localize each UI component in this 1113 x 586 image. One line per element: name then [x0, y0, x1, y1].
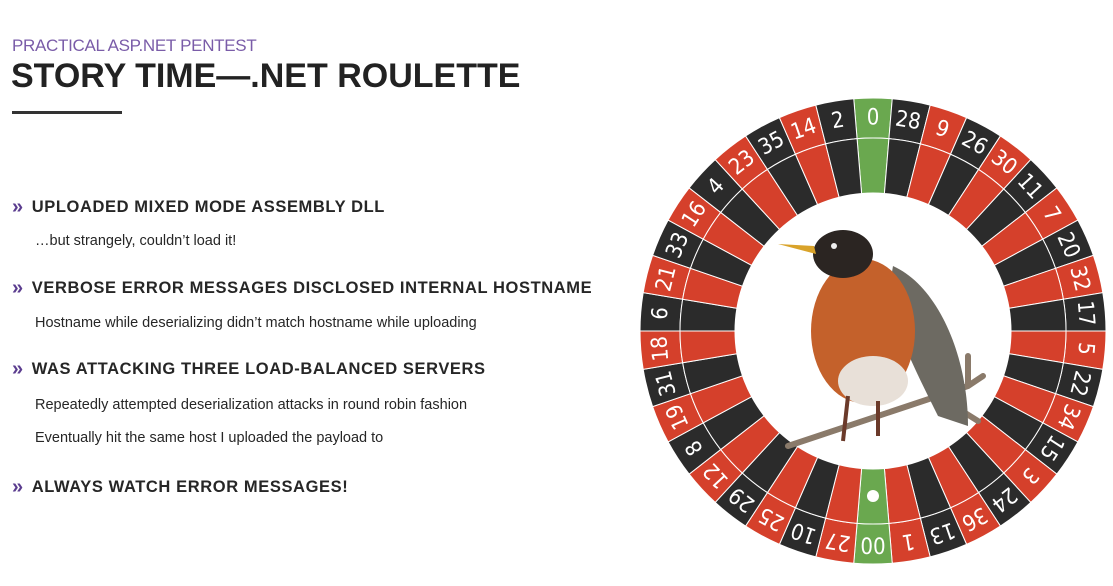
wheel-number: 0: [867, 106, 880, 131]
wheel-number: 27: [823, 527, 852, 556]
bullet-detail: Eventually hit the same host I uploaded …: [35, 430, 384, 446]
bullet-heading: ALWAYS WATCH ERROR MESSAGES!: [31, 477, 349, 496]
wheel-number: 18: [647, 335, 674, 362]
bullet-3: » WAS ATTACKING THREE LOAD-BALANCED SERVE…: [12, 359, 486, 379]
wheel-pocket-inner-0: [856, 137, 890, 195]
deck-subtitle: PRACTICAL ASP.NET PENTEST: [12, 36, 257, 55]
slide-title: STORY TIME—.NET ROULETTE: [11, 57, 521, 95]
bullet-4: » ALWAYS WATCH ERROR MESSAGES!: [12, 477, 348, 497]
wheel-number: 17: [1072, 300, 1099, 327]
bullet-2: » VERBOSE ERROR MESSAGES DISCLOSED INTERN…: [12, 278, 592, 298]
double-chevron-right-icon: »: [12, 358, 24, 380]
bullet-1: » UPLOADED MIXED MODE ASSEMBLY DLL: [12, 197, 385, 217]
wheel-number: 6: [648, 306, 674, 321]
double-chevron-right-icon: »: [12, 196, 24, 218]
robin-bird-image: [778, 230, 986, 449]
bullet-heading: VERBOSE ERROR MESSAGES DISCLOSED INTERNA…: [31, 278, 593, 297]
bullet-heading: WAS ATTACKING THREE LOAD-BALANCED SERVER…: [31, 359, 486, 378]
bullet-heading: UPLOADED MIXED MODE ASSEMBLY DLL: [31, 197, 385, 216]
bullet-detail: …but strangely, couldn’t load it!: [35, 233, 237, 249]
double-chevron-right-icon: »: [12, 277, 24, 299]
roulette-ball: [867, 490, 879, 502]
wheel-number: 5: [1072, 341, 1098, 356]
double-chevron-right-icon: »: [12, 476, 24, 498]
bullet-detail: Repeatedly attempted deserialization att…: [35, 397, 468, 413]
wheel-number: 28: [894, 107, 923, 136]
roulette-wheel-image: 0 28 9 263011720321752234153243613100271025…: [639, 97, 1107, 565]
bullet-detail: Hostname while deserializing didn’t matc…: [35, 315, 477, 331]
title-underline: [12, 111, 122, 114]
wheel-number: 00: [860, 532, 885, 557]
